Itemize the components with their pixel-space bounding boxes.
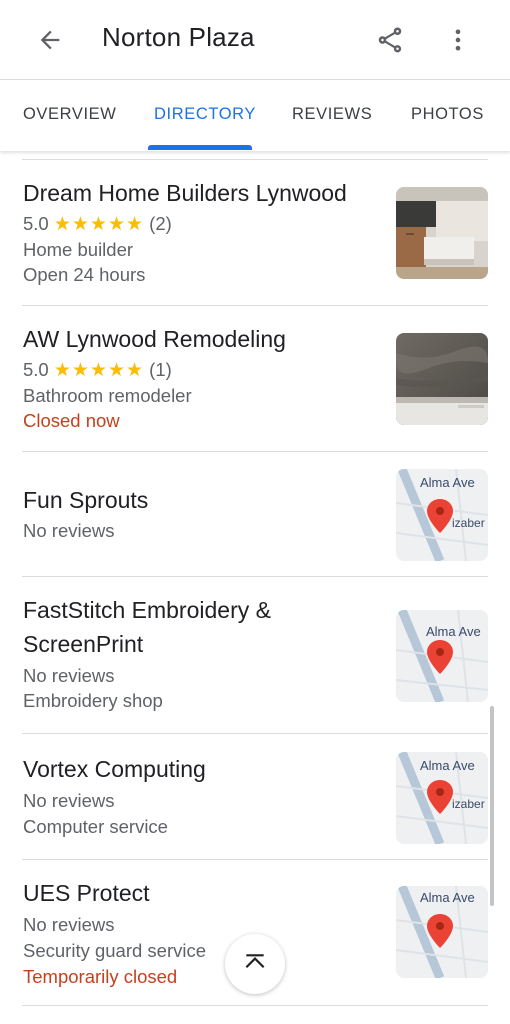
map-street-label: Alma Ave — [426, 624, 481, 639]
review-count: (1) — [149, 359, 172, 380]
list-item[interactable]: Fun Sprouts No reviews Alma Ave izaber — [0, 467, 510, 577]
category-label: Home builder — [23, 239, 134, 260]
map-thumbnail[interactable]: Alma Ave — [396, 886, 488, 978]
kitchen-photo — [396, 187, 488, 279]
more-options-button[interactable] — [440, 20, 476, 60]
tab-photos[interactable]: PHOTOS — [411, 105, 484, 124]
list-item[interactable]: AW Lynwood Remodeling 5.0 ★★★★★ (1) Bath… — [0, 322, 510, 442]
listing-name: AW Lynwood Remodeling — [23, 326, 286, 352]
divider — [22, 1005, 488, 1006]
hours-status: Closed now — [23, 410, 120, 431]
category-label: Embroidery shop — [23, 690, 163, 711]
tab-reviews[interactable]: REVIEWS — [292, 105, 372, 124]
map-street-label: Alma Ave — [420, 475, 475, 490]
page-title: Norton Plaza — [102, 22, 255, 52]
scroll-to-top-button[interactable] — [225, 934, 285, 994]
listing-name: UES Protect — [23, 880, 150, 906]
divider — [22, 159, 488, 160]
scrollbar[interactable] — [490, 706, 494, 906]
map-thumbnail[interactable]: Alma Ave izaber — [396, 469, 488, 561]
app-bar: Norton Plaza — [0, 0, 510, 80]
map-pin-thumbnail: Alma Ave izaber — [396, 752, 488, 844]
kitchen-photo-thumbnail[interactable] — [396, 187, 488, 279]
listing-name: Dream Home Builders Lynwood — [23, 180, 347, 206]
review-status: No reviews — [23, 790, 115, 811]
map-pin-thumbnail: Alma Ave izaber — [396, 469, 488, 561]
chevron-up-icon — [245, 954, 265, 969]
directory-list: Dream Home Builders Lynwood 5.0 ★★★★★ (2… — [0, 151, 510, 1024]
divider — [22, 733, 488, 734]
bathroom-photo-thumbnail[interactable] — [396, 333, 488, 425]
map-street-label: izaber — [452, 797, 485, 811]
map-pin-thumbnail: Alma Ave — [396, 610, 488, 702]
map-street-label: izaber — [452, 516, 485, 530]
divider — [22, 859, 488, 860]
bathroom-photo — [396, 333, 488, 425]
list-item[interactable]: Vortex Computing No reviews Computer ser… — [0, 752, 510, 862]
divider — [22, 305, 488, 306]
back-button[interactable] — [26, 20, 74, 60]
listing-name: Vortex Computing — [23, 756, 206, 782]
active-tab-indicator — [148, 145, 252, 150]
listing-name: Fun Sprouts — [23, 487, 149, 513]
share-icon — [378, 27, 402, 53]
review-status: No reviews — [23, 520, 115, 541]
review-status: No reviews — [23, 665, 115, 686]
list-item[interactable]: FastStitch Embroidery & ScreenPrint No r… — [0, 593, 510, 733]
hours-status: Open 24 hours — [23, 264, 146, 285]
map-pin-thumbnail: Alma Ave — [396, 886, 488, 978]
category-label: Bathroom remodeler — [23, 385, 192, 406]
map-street-label: Alma Ave — [420, 758, 475, 773]
rating-row: 5.0 ★★★★★ (2) — [23, 211, 172, 237]
review-status: No reviews — [23, 914, 115, 935]
listing-name-line2: ScreenPrint — [23, 631, 144, 657]
hours-status: Temporarily closed — [23, 966, 178, 987]
arrow-back-icon — [40, 30, 60, 50]
divider — [22, 451, 488, 452]
rating-value: 5.0 — [23, 213, 49, 234]
rating-row: 5.0 ★★★★★ (1) — [23, 357, 172, 383]
share-button[interactable] — [368, 20, 412, 60]
divider — [22, 576, 488, 577]
more-vert-icon — [455, 29, 461, 51]
rating-value: 5.0 — [23, 359, 49, 380]
map-street-label: Alma Ave — [420, 890, 475, 905]
review-count: (2) — [149, 213, 172, 234]
tab-overview[interactable]: OVERVIEW — [23, 105, 116, 124]
list-item[interactable]: Dream Home Builders Lynwood 5.0 ★★★★★ (2… — [0, 176, 510, 296]
map-thumbnail[interactable]: Alma Ave izaber — [396, 752, 488, 844]
category-label: Security guard service — [23, 940, 207, 961]
tab-bar: OVERVIEW DIRECTORY REVIEWS PHOTOS — [0, 81, 510, 151]
tab-directory[interactable]: DIRECTORY — [154, 105, 256, 124]
category-label: Computer service — [23, 816, 168, 837]
star-rating-icon: ★★★★★ — [53, 360, 145, 381]
listing-name-line1: FastStitch Embroidery & — [23, 597, 271, 623]
star-rating-icon: ★★★★★ — [53, 214, 145, 235]
map-thumbnail[interactable]: Alma Ave — [396, 610, 488, 702]
